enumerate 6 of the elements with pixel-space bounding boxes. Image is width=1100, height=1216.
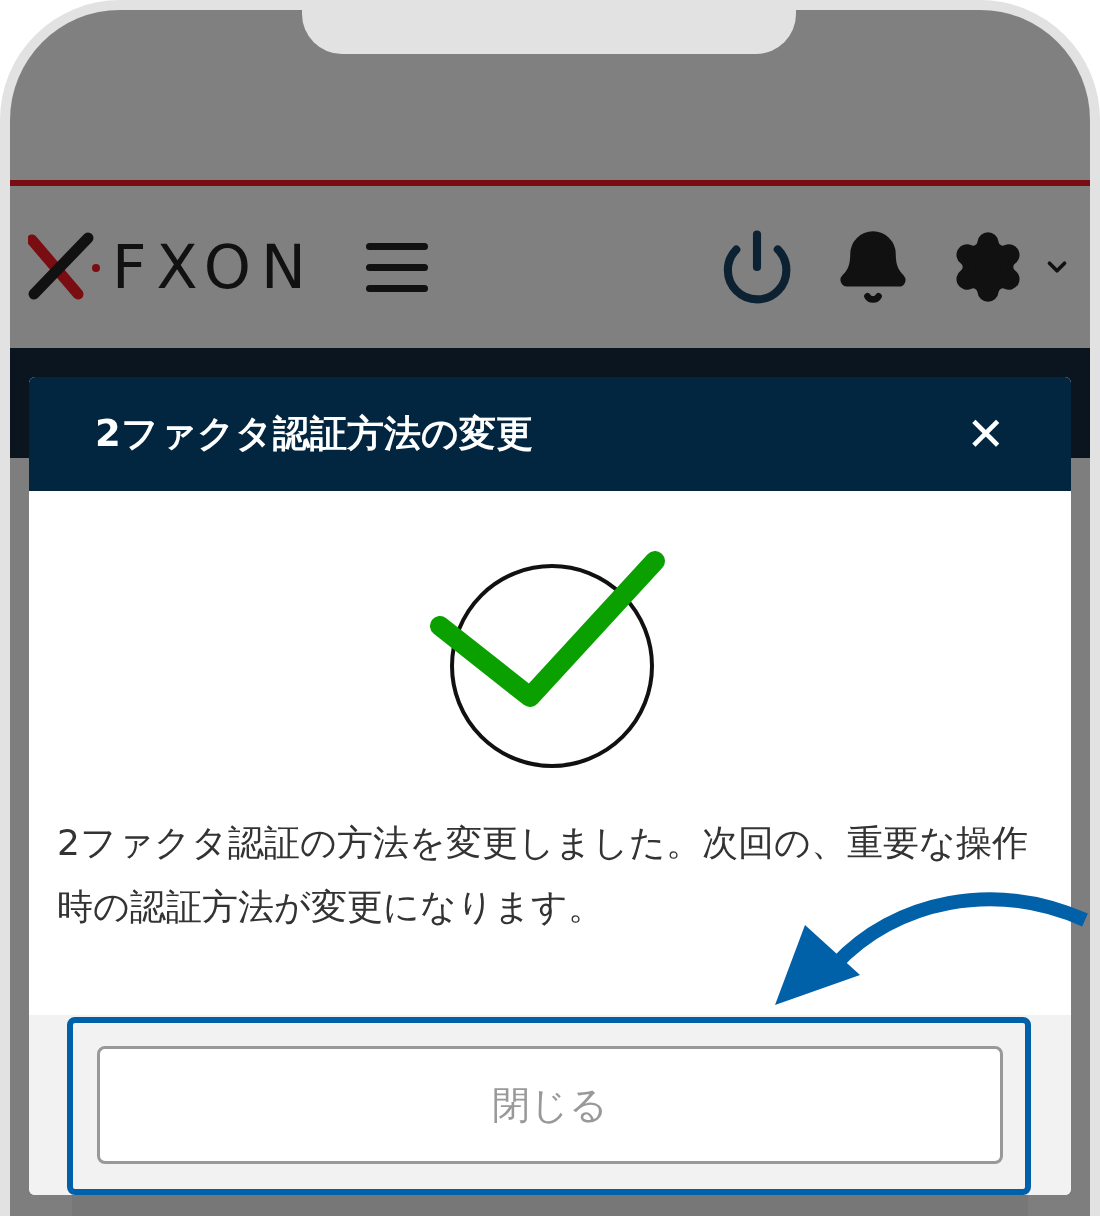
- dialog-message: 2ファクタ認証の方法を変更しました。次回の、重要な操作時の認証方法が変更になります。: [56, 821, 1029, 929]
- menu-icon[interactable]: [365, 242, 428, 292]
- logo-text: FXON: [112, 237, 316, 297]
- close-button[interactable]: ✕: [966, 411, 1005, 457]
- logo-mark-icon: [28, 232, 102, 302]
- dialog-title: 2ファクタ認証方法の変更: [95, 411, 533, 458]
